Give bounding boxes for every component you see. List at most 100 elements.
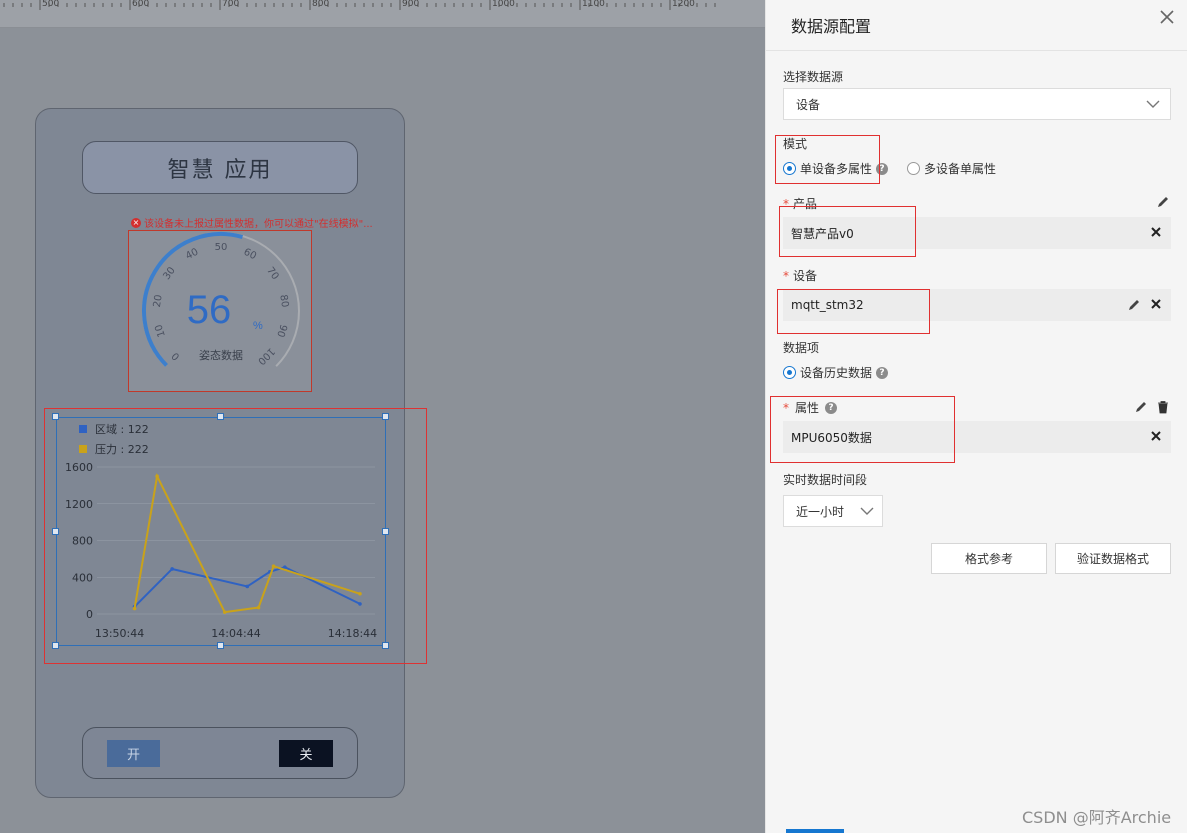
- highlight-box-product: [779, 206, 916, 257]
- primary-button-edge[interactable]: [786, 829, 844, 833]
- legend-swatch: [79, 445, 87, 453]
- trash-icon[interactable]: [1156, 400, 1170, 414]
- gauge-unit: %: [253, 320, 263, 332]
- data-point: [256, 605, 261, 610]
- data-option-history[interactable]: 设备历史数据 ?: [783, 364, 889, 381]
- source-value: 设备: [796, 97, 821, 112]
- source-select[interactable]: 设备: [783, 88, 1171, 120]
- help-icon[interactable]: ?: [876, 366, 889, 379]
- data-point: [358, 602, 362, 606]
- gauge-tick-label: 30: [161, 265, 177, 282]
- format-reference-button[interactable]: 格式参考: [931, 543, 1047, 574]
- resize-handle[interactable]: [52, 413, 59, 420]
- resize-handle[interactable]: [382, 642, 389, 649]
- mode-option-multi-label: 多设备单属性: [924, 162, 997, 176]
- gauge-tick-label: 40: [184, 247, 200, 263]
- edit-icon[interactable]: [1156, 195, 1170, 209]
- gauge-tick-label: 100: [255, 345, 276, 366]
- watermark: CSDN @阿齐Archie: [1022, 808, 1172, 827]
- period-value: 近一小时: [796, 504, 845, 519]
- warning-text: 该设备未上报过属性数据，你可以通过"在线模拟"...: [144, 219, 373, 230]
- resize-handle[interactable]: [382, 413, 389, 420]
- data-option-label: 设备历史数据: [800, 366, 873, 380]
- ruler-label: 1000: [492, 0, 515, 9]
- off-button[interactable]: 关: [279, 740, 333, 767]
- chart-svg: 区域 : 122 压力 : 2221600 1200 800 400 013:50:44 1…: [65, 423, 377, 640]
- ruler-label: 600: [132, 0, 149, 9]
- chevron-down-icon: [1146, 100, 1160, 108]
- edit-icon[interactable]: [1127, 298, 1141, 312]
- legend-label: 压力 : 222: [95, 443, 149, 456]
- radio-unchecked-icon: [907, 162, 920, 175]
- y-tick-label: 0: [86, 608, 93, 621]
- radio-checked-icon: [783, 366, 796, 379]
- data-point: [245, 584, 250, 589]
- x-tick-label: 14:04:44: [211, 627, 260, 640]
- ruler-label: 700: [222, 0, 239, 9]
- gauge-tick-label: 10: [153, 323, 167, 339]
- gauge-tick-label: 70: [264, 265, 280, 282]
- panel-title: 数据源配置: [791, 17, 872, 36]
- ruler-label: 1100: [582, 0, 605, 9]
- resize-handle[interactable]: [52, 528, 59, 535]
- ruler-label: 500: [42, 0, 59, 9]
- data-point: [271, 564, 276, 569]
- mode-option-multi[interactable]: 多设备单属性: [907, 160, 996, 177]
- series-line: [133, 472, 361, 614]
- gauge-tick-label: 50: [215, 242, 228, 253]
- y-tick-label: 800: [72, 535, 93, 548]
- data-item-label: 数据项: [783, 341, 820, 355]
- error-icon: ×: [131, 217, 141, 228]
- resize-handle[interactable]: [217, 413, 224, 420]
- chevron-down-icon: [860, 507, 874, 515]
- ruler-label: 900: [402, 0, 419, 9]
- clear-icon[interactable]: [1149, 225, 1163, 239]
- period-label: 实时数据时间段: [783, 473, 868, 487]
- clear-icon[interactable]: [1149, 429, 1163, 443]
- gauge-tick-label: 20: [152, 294, 165, 308]
- legend-label: 区域 : 122: [95, 423, 149, 436]
- data-point: [170, 567, 174, 571]
- data-point: [132, 606, 137, 611]
- data-point: [155, 474, 159, 478]
- app-title[interactable]: 智慧 应用: [82, 141, 358, 194]
- device-label-text: 设备: [793, 269, 818, 283]
- gauge-tick-label: 0: [170, 350, 182, 362]
- gauge-svg: 010 20 30 40 50 60 70 80 90 100 56 % 姿态数据: [142, 232, 300, 367]
- panel-divider: [766, 50, 1187, 51]
- gauge-tick-label: 60: [242, 247, 258, 263]
- period-select[interactable]: 近一小时: [783, 495, 883, 527]
- data-point: [222, 610, 227, 614]
- gauge-label: 姿态数据: [199, 348, 243, 362]
- y-tick-label: 1600: [65, 461, 93, 474]
- gauge-tick-label: 80: [277, 294, 290, 308]
- x-tick-label: 14:18:44: [328, 627, 377, 640]
- source-label: 选择数据源: [783, 70, 844, 84]
- resize-handle[interactable]: [382, 528, 389, 535]
- highlight-box-mode: [775, 135, 880, 184]
- gauge-tick-label: 90: [274, 323, 288, 339]
- device-label: * 设备: [783, 269, 818, 283]
- ruler-label: 800: [312, 0, 329, 9]
- ruler-label: 1200: [672, 0, 695, 9]
- y-tick-label: 400: [72, 571, 93, 584]
- warning-message: × 该设备未上报过属性数据，你可以通过"在线模拟"...: [131, 215, 391, 230]
- data-point: [358, 591, 362, 596]
- close-icon[interactable]: [1156, 6, 1178, 28]
- ruler-ticks: 500 600 700 800 900 1000 1100 1200: [3, 0, 716, 10]
- gauge-widget[interactable]: 0 10 20 30 40 50 60 70 80 90 100 56 % 姿态数据: [128, 230, 312, 392]
- canvas-ruler: 500 600 700 800 900 1000 1100 1200: [0, 0, 765, 28]
- gauge-value: 56: [187, 288, 232, 332]
- line-chart-widget[interactable]: 区域 : 122 压力 : 222 1600 1200 800 400 0 13:50:44 1…: [56, 417, 386, 646]
- resize-handle[interactable]: [52, 642, 59, 649]
- resize-handle[interactable]: [217, 642, 224, 649]
- x-tick-label: 13:50:44: [95, 627, 144, 640]
- highlight-box-device: [777, 289, 930, 334]
- edit-icon[interactable]: [1134, 400, 1148, 414]
- verify-format-button[interactable]: 验证数据格式: [1055, 543, 1171, 574]
- legend-swatch: [79, 425, 87, 433]
- y-tick-label: 1200: [65, 498, 93, 511]
- clear-icon[interactable]: [1149, 297, 1163, 311]
- highlight-box-attribute: [770, 396, 955, 463]
- on-button[interactable]: 开: [107, 740, 160, 767]
